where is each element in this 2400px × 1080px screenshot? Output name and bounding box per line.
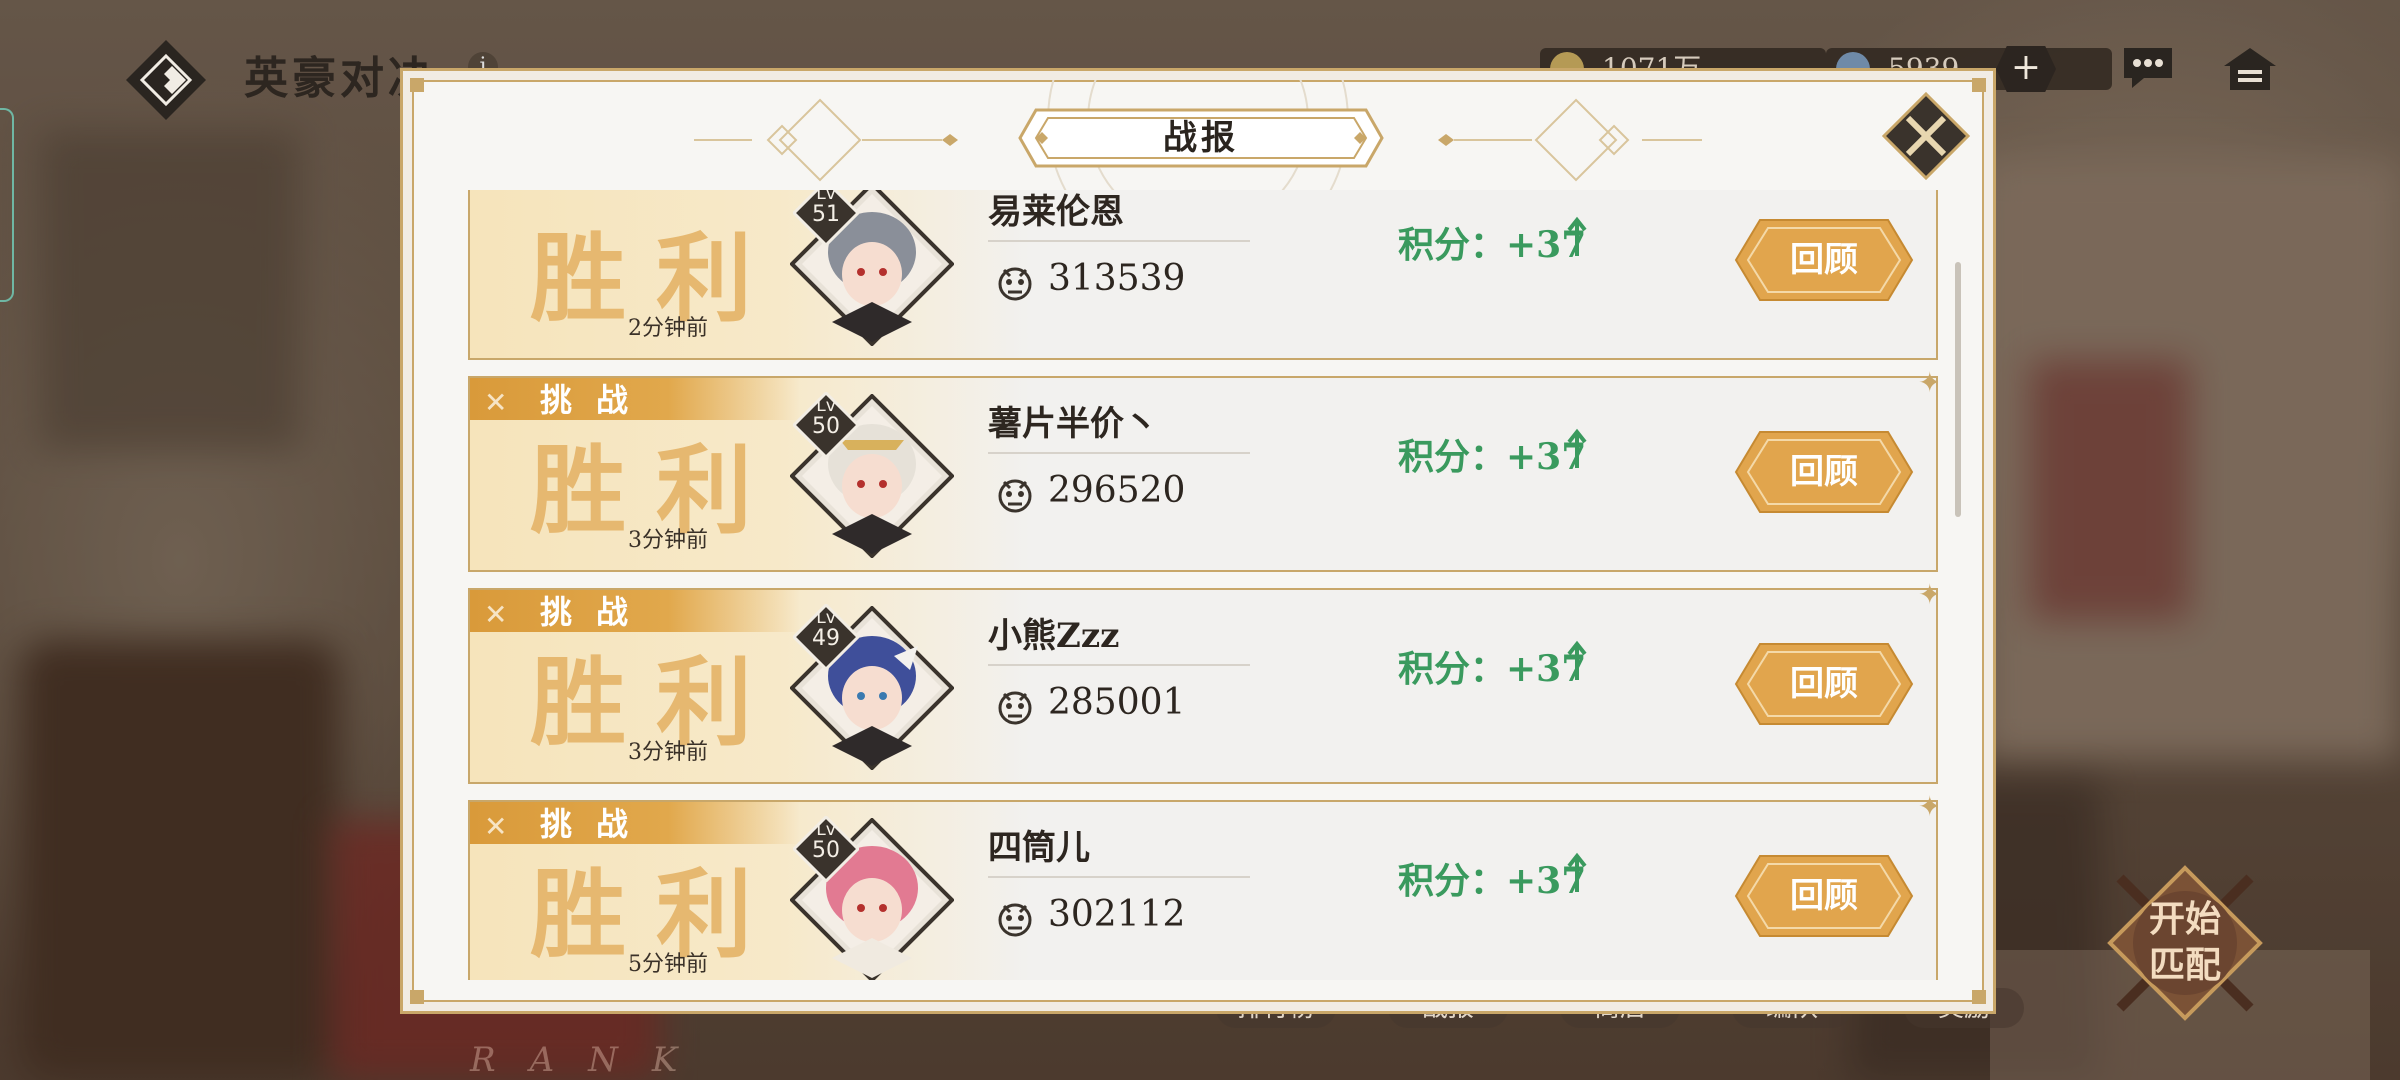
level-number: 49 [812,626,840,651]
challenge-tag: ✕ 挑战 [470,378,800,420]
battle-report-row: ✕ 挑战 ✦ 胜利 5分钟前 Lv 50 四筒儿 302112 积分：+37 回… [468,790,1938,980]
combat-power-value: 285001 [1048,682,1186,723]
side-tab-handle[interactable] [0,108,14,302]
level-text: Lv 50 [793,396,859,438]
score-change: 积分：+37 [1398,860,1587,902]
battle-report-row: 胜利 2分钟前 Lv 51 易莱伦恩 313539 积分：+37 回顾 [468,190,1938,360]
combat-power-value: 296520 [1048,470,1186,511]
level-text: Lv 49 [793,608,859,650]
close-icon[interactable] [1882,92,1970,180]
time-ago: 3分钟前 [628,740,708,765]
dialog-title: 战报 [1163,118,1239,158]
arrow-up-icon [1567,852,1587,892]
crossed-swords-icon: ✕ [484,386,508,419]
review-button-label[interactable]: 回顾 [1734,430,1914,514]
home-icon[interactable] [2222,44,2278,94]
chat-icon[interactable] [2120,44,2176,92]
player-name: 小熊Zzz [988,616,1120,656]
start-match-line-2: 匹配 [2148,944,2221,986]
player-name: 四筒儿 [988,828,1090,868]
level-text: Lv 50 [793,820,859,862]
combat-power-value: 313539 [1048,258,1186,299]
time-ago: 5分钟前 [628,952,708,977]
combat-power-value: 302112 [1048,894,1186,935]
combat-power-icon [998,267,1032,301]
crossed-swords-icon: ✕ [484,810,508,843]
battle-report-list[interactable]: 胜利 2分钟前 Lv 51 易莱伦恩 313539 积分：+37 回顾 ✕ 挑战… [468,190,1938,980]
challenge-label: 挑战 [540,805,653,843]
add-currency-button[interactable]: + [1996,46,2056,92]
battle-report-row: ✕ 挑战 ✦ 胜利 3分钟前 Lv 49 小熊Zzz 285001 积分：+37… [468,578,1938,784]
crossed-swords-icon: ✕ [484,598,508,631]
level-text: Lv 51 [793,190,859,226]
combat-power-icon [998,691,1032,725]
rank-watermark: RANK [470,1040,712,1080]
level-prefix: Lv [816,608,836,628]
name-divider [988,452,1250,454]
score-change: 积分：+37 [1398,648,1587,690]
arrow-up-icon [1567,640,1587,680]
arrow-up-icon [1567,216,1587,256]
level-prefix: Lv [816,396,836,416]
challenge-tag: ✕ 挑战 [470,802,800,844]
corner-ornament [1972,990,1986,1004]
time-ago: 3分钟前 [628,528,708,553]
challenge-label: 挑战 [540,593,653,631]
name-divider [988,876,1250,878]
review-button-label[interactable]: 回顾 [1734,642,1914,726]
combat-power-icon [998,903,1032,937]
sparkle-icon: ✦ [1918,790,1938,823]
player-name: 易莱伦恩 [988,192,1124,232]
name-divider [988,240,1250,242]
back-logo-icon[interactable] [124,38,208,122]
corner-ornament [410,990,424,1004]
battle-report-row: ✕ 挑战 ✦ 胜利 3分钟前 Lv 50 薯片半价丶 296520 积分：+37… [468,366,1938,572]
start-match-line-1: 开始 [2148,898,2221,940]
level-number: 50 [812,838,840,863]
sparkle-icon: ✦ [1918,578,1938,611]
challenge-tag: ✕ 挑战 [470,590,800,632]
sparkle-icon: ✦ [1918,366,1938,399]
level-prefix: Lv [816,820,836,840]
time-ago: 2分钟前 [628,316,708,341]
list-scrollbar[interactable] [1955,262,1961,517]
challenge-label: 挑战 [540,381,653,419]
review-button-label[interactable]: 回顾 [1734,218,1914,302]
arrow-up-icon [1567,428,1587,468]
review-button-label[interactable]: 回顾 [1734,854,1914,938]
start-match-label: 开始 匹配 [2130,896,2240,988]
level-number: 51 [812,202,840,227]
combat-power-icon [998,479,1032,513]
player-name: 薯片半价丶 [988,404,1158,444]
score-change: 积分：+37 [1398,436,1587,478]
score-change: 积分：+37 [1398,224,1587,266]
name-divider [988,664,1250,666]
level-number: 50 [812,414,840,439]
